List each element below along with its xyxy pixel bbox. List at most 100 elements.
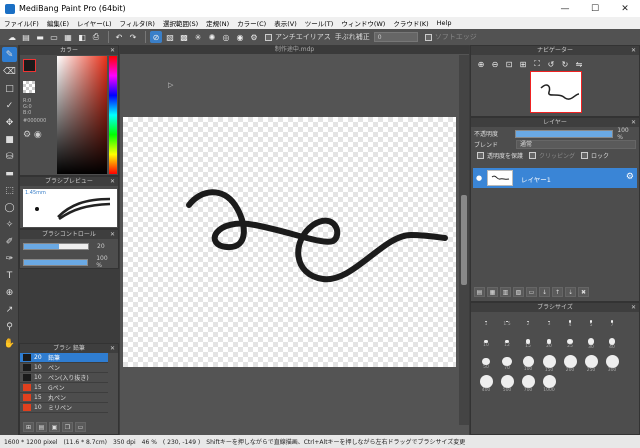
menu-edit[interactable]: 編集(E) (43, 18, 73, 28)
panel-close-icon[interactable]: ✕ (631, 118, 636, 127)
menu-help[interactable]: Help (433, 19, 456, 27)
menu-layer[interactable]: レイヤー(L) (73, 18, 116, 28)
brush-size-option[interactable]: 12 (497, 335, 517, 353)
brush-menu-icon[interactable]: ▤ (36, 422, 47, 432)
brush-size-option[interactable]: 1.5 (497, 315, 517, 333)
text-tool-icon[interactable]: T (2, 268, 17, 283)
eraser-tool-icon[interactable]: ⌫ (2, 64, 17, 79)
scrollbar-thumb[interactable] (461, 195, 467, 285)
brush-opacity-slider[interactable] (23, 258, 89, 266)
new-halftone-layer-icon[interactable]: ▦ (487, 287, 498, 297)
actual-size-icon[interactable]: ⊞ (517, 58, 529, 70)
menu-view[interactable]: 表示(V) (270, 18, 301, 28)
navigator-thumbnail[interactable] (530, 71, 582, 113)
softedge-checkbox[interactable] (424, 33, 432, 41)
lock-checkbox[interactable] (581, 152, 589, 159)
menu-filter[interactable]: フィルタ(R) (116, 18, 159, 28)
drawing-canvas[interactable] (123, 117, 456, 367)
layer-down-icon[interactable]: ↓ (539, 287, 550, 297)
layer-up-icon[interactable]: ↑ (552, 287, 563, 297)
snap-settings-icon[interactable]: ⚙ (248, 31, 260, 43)
brush-list-item[interactable]: 10 ミリペン (20, 403, 108, 413)
brush-size-option[interactable]: 4 (560, 315, 580, 333)
brush-size-option[interactable]: 15 (518, 335, 538, 353)
brush-size-option[interactable]: 40 (602, 335, 622, 353)
delete-layer-icon[interactable]: ✖ (578, 287, 589, 297)
blend-select[interactable]: 通常 (516, 140, 636, 149)
brush-size-option[interactable]: 700 (518, 375, 538, 393)
correction-select[interactable]: 0 (373, 32, 418, 42)
brush-size-option[interactable]: 200 (560, 355, 580, 373)
minimize-button[interactable]: — (550, 4, 580, 14)
vanishing-snap-icon[interactable]: ✳ (192, 31, 204, 43)
hand-tool-icon[interactable]: ✋ (2, 336, 17, 351)
brush-size-option[interactable]: 3 (539, 315, 559, 333)
menu-file[interactable]: ファイル(F) (0, 18, 43, 28)
open-icon[interactable]: ▭ (48, 31, 60, 43)
brush-size-option[interactable]: 500 (497, 375, 517, 393)
panel-close-icon[interactable]: ✕ (631, 46, 636, 55)
brush-list-item[interactable]: 15 Gペン (20, 383, 108, 393)
new-layer-icon[interactable]: ▤ (474, 287, 485, 297)
close-button[interactable]: ✕ (610, 4, 640, 14)
zoom-in-icon[interactable]: ⊕ (475, 58, 487, 70)
menu-window[interactable]: ウィンドウ(W) (337, 18, 389, 28)
brush-size-option[interactable]: 5 (581, 315, 601, 333)
menu-color[interactable]: カラー(C) (233, 18, 270, 28)
zoom-out-icon[interactable]: ⊖ (489, 58, 501, 70)
new-8bit-layer-icon[interactable]: ▥ (500, 287, 511, 297)
brush-list-item[interactable]: 10 ペン(入り抜き) (20, 373, 108, 383)
redo-icon[interactable]: ↷ (127, 31, 139, 43)
layer-icon[interactable]: ◧ (76, 31, 88, 43)
new-1bit-layer-icon[interactable]: ▧ (513, 287, 524, 297)
brush-size-option[interactable]: 300 (602, 355, 622, 373)
fill-rect-tool-icon[interactable]: ■ (2, 132, 17, 147)
brush-size-option[interactable]: 1000 (539, 375, 559, 393)
panel-close-icon[interactable]: ✕ (110, 46, 115, 55)
brush-size-slider[interactable] (23, 243, 89, 250)
transparent-color-swatch[interactable] (23, 81, 35, 93)
brush-size-option[interactable]: 100 (518, 355, 538, 373)
rotate-right-icon[interactable]: ↻ (559, 58, 571, 70)
brush-delete-icon[interactable]: ▭ (75, 422, 86, 432)
panel-close-icon[interactable]: ✕ (110, 230, 115, 239)
saturation-value-picker[interactable] (57, 56, 107, 174)
merge-icon[interactable]: ⇣ (565, 287, 576, 297)
flip-icon[interactable]: ⇋ (573, 58, 585, 70)
lasso-tool-icon[interactable]: ✓ (2, 98, 17, 113)
brush-copy-icon[interactable]: ❐ (62, 422, 73, 432)
cross-snap-icon[interactable]: ▩ (178, 31, 190, 43)
antialias-checkbox[interactable] (265, 33, 272, 41)
divide-tool-icon[interactable]: ⊕ (2, 285, 17, 300)
brush-list-item[interactable]: 10 ペン (20, 363, 108, 373)
cloud-icon[interactable]: ☁ (6, 31, 18, 43)
brush-size-option[interactable]: 10 (476, 335, 496, 353)
circle-snap-icon[interactable]: ◎ (220, 31, 232, 43)
menu-cloud[interactable]: クラウド(K) (389, 18, 432, 28)
gradient-tool-icon[interactable]: ▬ (2, 166, 17, 181)
brush-size-option[interactable]: 70 (497, 355, 517, 373)
brush-size-option[interactable]: 250 (581, 355, 601, 373)
eyedropper-tool-icon[interactable]: ⚲ (2, 319, 17, 334)
bucket-tool-icon[interactable]: ⛁ (2, 149, 17, 164)
protect-alpha-checkbox[interactable] (477, 152, 484, 159)
brush-size-option[interactable]: 7 (602, 315, 622, 333)
layer-opacity-slider[interactable] (515, 129, 614, 138)
brush-tool-icon[interactable]: ✎ (2, 47, 17, 62)
parallel-snap-icon[interactable]: ▧ (164, 31, 176, 43)
save-icon[interactable]: ▦ (62, 31, 74, 43)
brush-list-item[interactable]: 15 丸ペン (20, 393, 108, 403)
brush-size-option[interactable]: 1 (476, 315, 496, 333)
magic-wand-icon[interactable]: ✧ (2, 217, 17, 232)
brush-size-option[interactable]: 30 (581, 335, 601, 353)
panel-close-icon[interactable]: ✕ (631, 303, 636, 312)
palette-icon[interactable]: ⚙ ◉ (23, 130, 42, 140)
move-tool-icon[interactable]: ✥ (2, 115, 17, 130)
menu-ruler[interactable]: 定規(N) (202, 18, 233, 28)
select-pen-icon[interactable]: ✐ (2, 234, 17, 249)
eye-icon[interactable]: ● (476, 174, 482, 182)
new-file-icon[interactable]: ▤ (20, 31, 32, 43)
foreground-color-swatch[interactable] (23, 59, 36, 72)
brush-size-option[interactable]: 400 (476, 375, 496, 393)
clipping-checkbox[interactable] (529, 152, 537, 159)
